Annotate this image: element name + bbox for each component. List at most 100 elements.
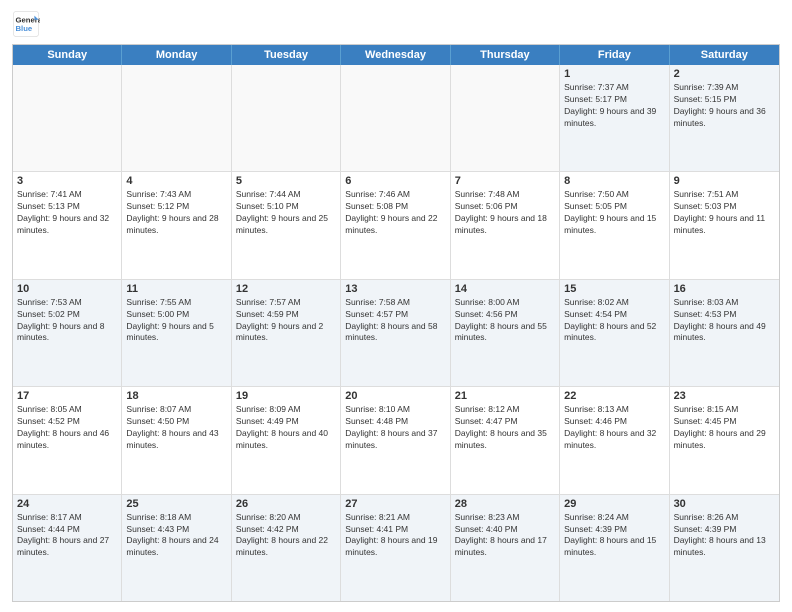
cal-cell (122, 65, 231, 171)
day-number: 12 (236, 283, 336, 295)
cal-row-3: 17 Sunrise: 8:05 AM Sunset: 4:52 PM Dayli… (13, 387, 779, 494)
day-number: 28 (455, 498, 555, 510)
day-number: 30 (674, 498, 775, 510)
cal-cell: 19 Sunrise: 8:09 AM Sunset: 4:49 PM Dayli… (232, 387, 341, 493)
cal-cell: 16 Sunrise: 8:03 AM Sunset: 4:53 PM Dayli… (670, 280, 779, 386)
day-number: 13 (345, 283, 445, 295)
cal-cell: 28Sunrise: 8:23 AM Sunset: 4:40 PM Dayli… (451, 495, 560, 601)
day-number: 14 (455, 283, 555, 295)
cal-cell: 30 Sunrise: 8:26 AM Sunset: 4:39 PM Dayli… (670, 495, 779, 601)
day-number: 10 (17, 283, 117, 295)
cal-row-1: 3 Sunrise: 7:41 AM Sunset: 5:13 PM Daylig… (13, 172, 779, 279)
day-number: 20 (345, 390, 445, 402)
cal-cell: 15 Sunrise: 8:02 AM Sunset: 4:54 PM Dayli… (560, 280, 669, 386)
day-number: 1 (564, 68, 664, 80)
cal-cell (341, 65, 450, 171)
day-number: 15 (564, 283, 664, 295)
cal-cell: 29 Sunrise: 8:24 AM Sunset: 4:39 PM Dayli… (560, 495, 669, 601)
cal-cell: 10 Sunrise: 7:53 AM Sunset: 5:02 PM Dayli… (13, 280, 122, 386)
cal-cell: 11 Sunrise: 7:55 AM Sunset: 5:00 PM Dayli… (122, 280, 231, 386)
day-number: 29 (564, 498, 664, 510)
day-number: 6 (345, 175, 445, 187)
cal-cell: 17 Sunrise: 8:05 AM Sunset: 4:52 PM Dayli… (13, 387, 122, 493)
cal-cell: 22 Sunrise: 8:13 AM Sunset: 4:46 PM Dayli… (560, 387, 669, 493)
header-cell-wednesday: Wednesday (341, 45, 450, 65)
cal-cell: 21Sunrise: 8:12 AM Sunset: 4:47 PM Dayli… (451, 387, 560, 493)
day-number: 22 (564, 390, 664, 402)
day-info: Sunrise: 8:26 AM Sunset: 4:39 PM Dayligh… (674, 512, 775, 560)
day-info: Sunrise: 8:10 AM Sunset: 4:48 PM Dayligh… (345, 404, 445, 452)
cal-cell: 20 Sunrise: 8:10 AM Sunset: 4:48 PM Dayli… (341, 387, 450, 493)
day-info: Sunrise: 8:20 AM Sunset: 4:42 PM Dayligh… (236, 512, 336, 560)
svg-text:Blue: Blue (16, 24, 33, 33)
header-cell-tuesday: Tuesday (232, 45, 341, 65)
cal-cell: 26 Sunrise: 8:20 AM Sunset: 4:42 PM Dayli… (232, 495, 341, 601)
day-number: 2 (674, 68, 775, 80)
cal-cell: 4 Sunrise: 7:43 AM Sunset: 5:12 PM Daylig… (122, 172, 231, 278)
day-info: Sunrise: 7:37 AM Sunset: 5:17 PM Dayligh… (564, 82, 664, 130)
day-info: Sunrise: 7:48 AM Sunset: 5:06 PM Dayligh… (455, 189, 555, 237)
logo: General Blue (12, 10, 44, 38)
header-cell-sunday: Sunday (13, 45, 122, 65)
cal-row-0: 1 Sunrise: 7:37 AM Sunset: 5:17 PM Daylig… (13, 65, 779, 172)
day-number: 7 (455, 175, 555, 187)
day-info: Sunrise: 7:46 AM Sunset: 5:08 PM Dayligh… (345, 189, 445, 237)
calendar: SundayMondayTuesdayWednesdayThursdayFrid… (12, 44, 780, 602)
day-number: 26 (236, 498, 336, 510)
cal-cell (451, 65, 560, 171)
cal-row-4: 24Sunrise: 8:17 AM Sunset: 4:44 PM Dayli… (13, 495, 779, 601)
day-info: Sunrise: 8:09 AM Sunset: 4:49 PM Dayligh… (236, 404, 336, 452)
header-cell-saturday: Saturday (670, 45, 779, 65)
cal-cell: 18Sunrise: 8:07 AM Sunset: 4:50 PM Dayli… (122, 387, 231, 493)
day-info: Sunrise: 8:02 AM Sunset: 4:54 PM Dayligh… (564, 297, 664, 345)
day-info: Sunrise: 8:17 AM Sunset: 4:44 PM Dayligh… (17, 512, 117, 560)
day-number: 25 (126, 498, 226, 510)
cal-cell: 13 Sunrise: 7:58 AM Sunset: 4:57 PM Dayli… (341, 280, 450, 386)
day-info: Sunrise: 8:03 AM Sunset: 4:53 PM Dayligh… (674, 297, 775, 345)
day-info: Sunrise: 7:53 AM Sunset: 5:02 PM Dayligh… (17, 297, 117, 345)
day-info: Sunrise: 7:41 AM Sunset: 5:13 PM Dayligh… (17, 189, 117, 237)
day-info: Sunrise: 7:55 AM Sunset: 5:00 PM Dayligh… (126, 297, 226, 345)
day-number: 21 (455, 390, 555, 402)
day-info: Sunrise: 8:00 AM Sunset: 4:56 PM Dayligh… (455, 297, 555, 345)
day-info: Sunrise: 7:50 AM Sunset: 5:05 PM Dayligh… (564, 189, 664, 237)
day-number: 3 (17, 175, 117, 187)
cal-cell: 6 Sunrise: 7:46 AM Sunset: 5:08 PM Daylig… (341, 172, 450, 278)
day-info: Sunrise: 8:21 AM Sunset: 4:41 PM Dayligh… (345, 512, 445, 560)
day-number: 17 (17, 390, 117, 402)
logo-icon: General Blue (12, 10, 40, 38)
day-info: Sunrise: 7:44 AM Sunset: 5:10 PM Dayligh… (236, 189, 336, 237)
day-info: Sunrise: 7:58 AM Sunset: 4:57 PM Dayligh… (345, 297, 445, 345)
header-cell-friday: Friday (560, 45, 669, 65)
day-number: 9 (674, 175, 775, 187)
calendar-body: 1 Sunrise: 7:37 AM Sunset: 5:17 PM Daylig… (13, 65, 779, 601)
header: General Blue (12, 10, 780, 38)
day-number: 19 (236, 390, 336, 402)
cal-cell (13, 65, 122, 171)
day-number: 4 (126, 175, 226, 187)
day-number: 5 (236, 175, 336, 187)
day-info: Sunrise: 8:24 AM Sunset: 4:39 PM Dayligh… (564, 512, 664, 560)
day-info: Sunrise: 7:57 AM Sunset: 4:59 PM Dayligh… (236, 297, 336, 345)
header-cell-thursday: Thursday (451, 45, 560, 65)
day-info: Sunrise: 8:13 AM Sunset: 4:46 PM Dayligh… (564, 404, 664, 452)
day-info: Sunrise: 7:43 AM Sunset: 5:12 PM Dayligh… (126, 189, 226, 237)
cal-cell: 24Sunrise: 8:17 AM Sunset: 4:44 PM Dayli… (13, 495, 122, 601)
day-number: 11 (126, 283, 226, 295)
day-info: Sunrise: 7:39 AM Sunset: 5:15 PM Dayligh… (674, 82, 775, 130)
day-info: Sunrise: 8:05 AM Sunset: 4:52 PM Dayligh… (17, 404, 117, 452)
cal-cell (232, 65, 341, 171)
cal-cell: 8 Sunrise: 7:50 AM Sunset: 5:05 PM Daylig… (560, 172, 669, 278)
cal-cell: 7 Sunrise: 7:48 AM Sunset: 5:06 PM Daylig… (451, 172, 560, 278)
cal-cell: 12 Sunrise: 7:57 AM Sunset: 4:59 PM Dayli… (232, 280, 341, 386)
cal-cell: 2 Sunrise: 7:39 AM Sunset: 5:15 PM Daylig… (670, 65, 779, 171)
day-info: Sunrise: 8:18 AM Sunset: 4:43 PM Dayligh… (126, 512, 226, 560)
day-number: 16 (674, 283, 775, 295)
page: General Blue SundayMondayTuesdayWednesda… (0, 0, 792, 612)
day-number: 8 (564, 175, 664, 187)
day-number: 23 (674, 390, 775, 402)
day-number: 27 (345, 498, 445, 510)
calendar-header: SundayMondayTuesdayWednesdayThursdayFrid… (13, 45, 779, 65)
cal-cell: 3 Sunrise: 7:41 AM Sunset: 5:13 PM Daylig… (13, 172, 122, 278)
svg-text:General: General (16, 16, 41, 25)
